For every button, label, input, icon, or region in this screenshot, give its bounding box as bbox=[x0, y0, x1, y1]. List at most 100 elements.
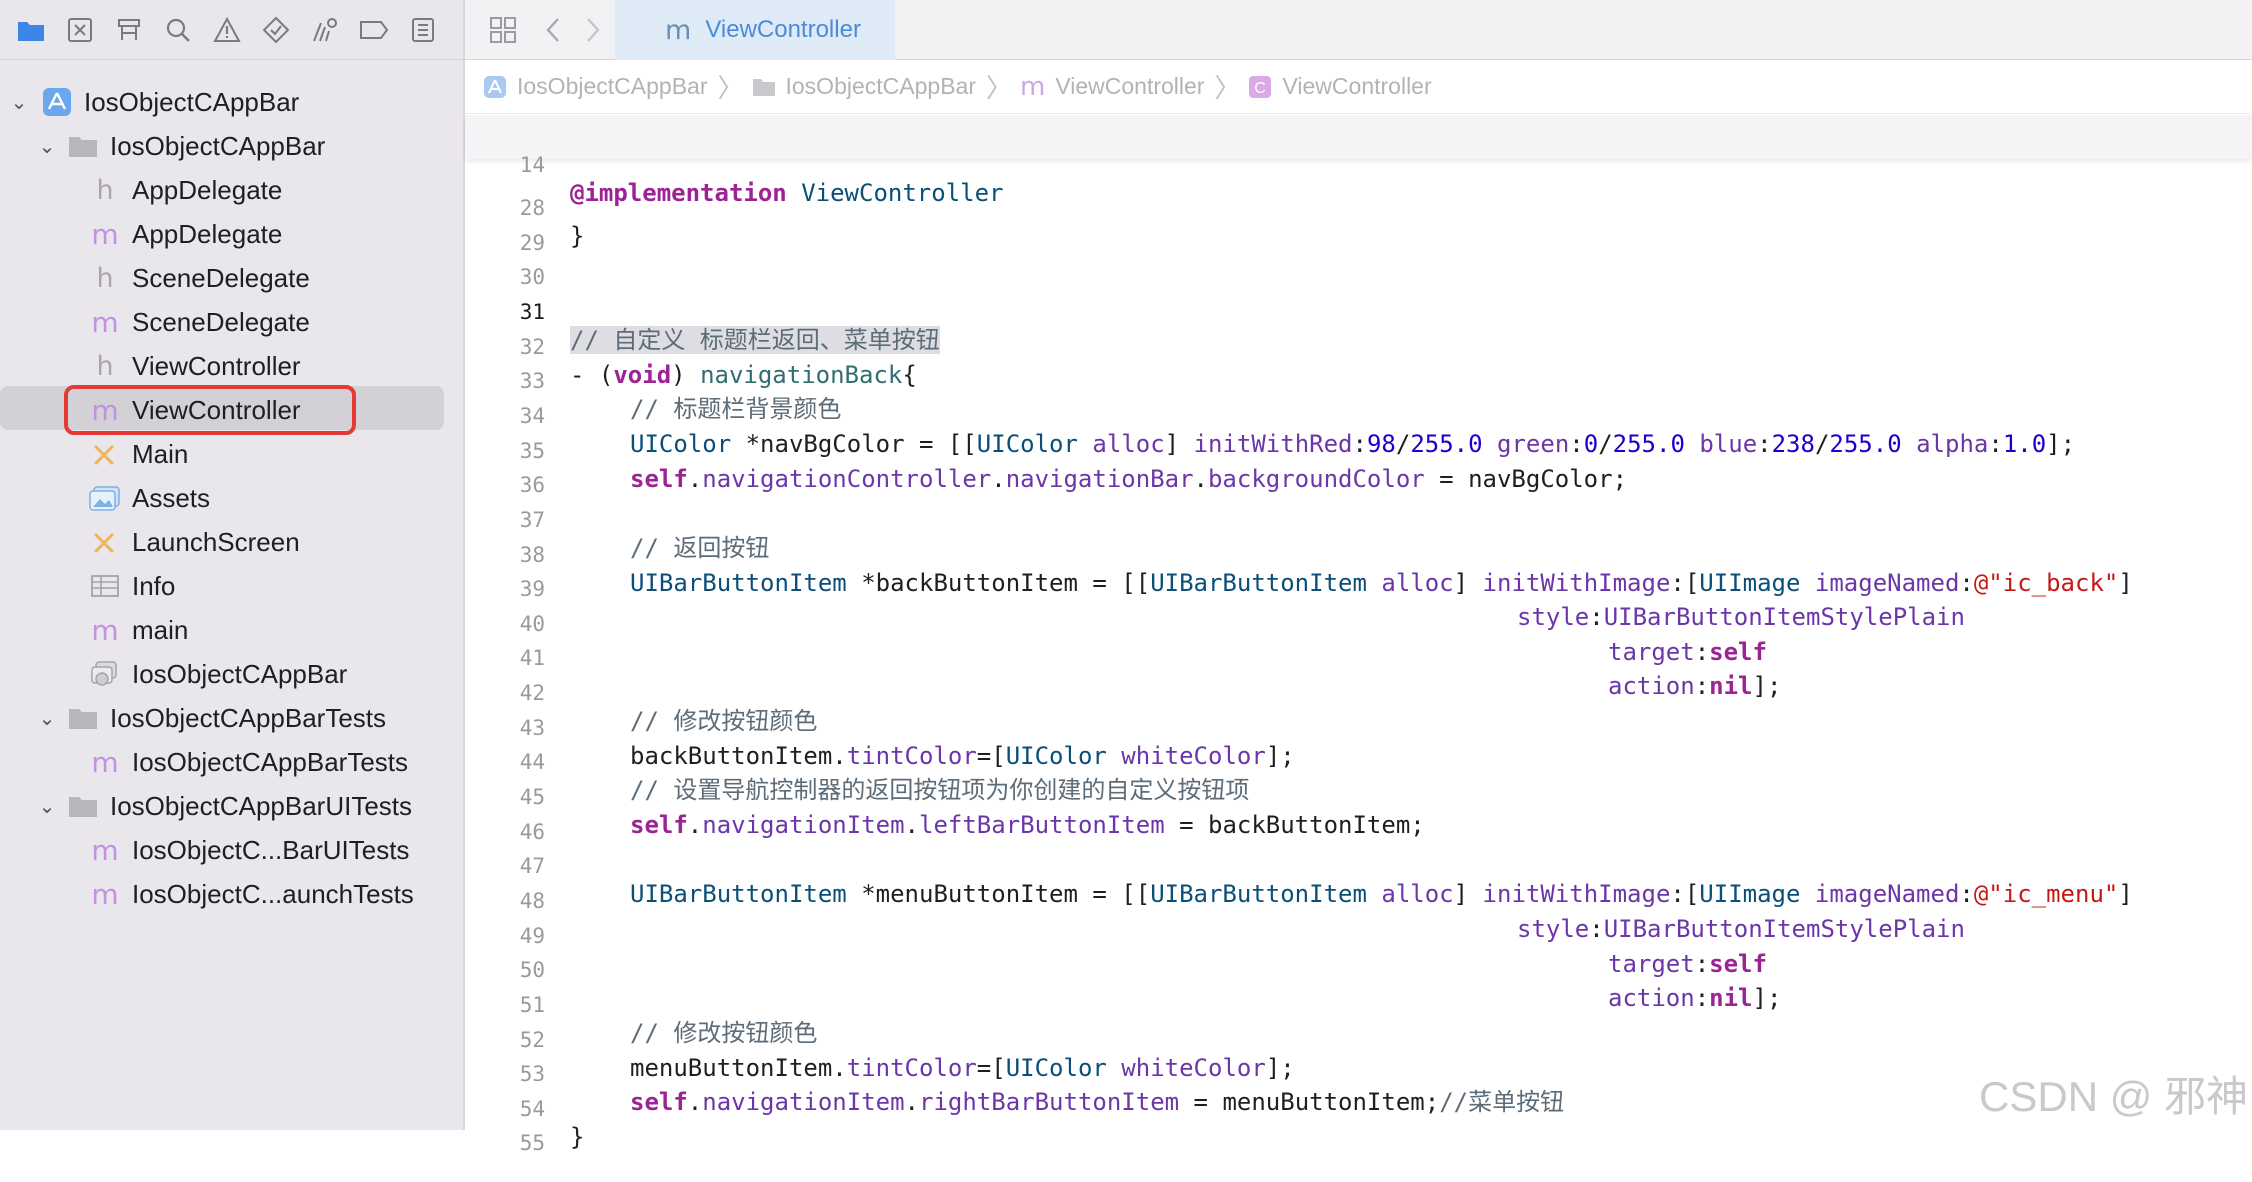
tree-item-label: LaunchScreen bbox=[132, 526, 300, 557]
code-line: 36 bbox=[465, 440, 2252, 497]
breadcrumb-item[interactable]: m ViewController bbox=[1020, 72, 1204, 102]
line-number: 14 bbox=[519, 153, 545, 177]
sticky-scope-header[interactable]: 14 @implementation ViewController bbox=[465, 115, 2252, 207]
chevron-down-icon[interactable]: ⌄ bbox=[10, 92, 28, 114]
m-file-icon: m bbox=[1020, 71, 1046, 102]
m-file-icon: m bbox=[91, 745, 119, 779]
forward-arrow-icon[interactable] bbox=[573, 10, 613, 50]
code-line: 37 // 返回按钮 bbox=[465, 475, 2252, 562]
tab-label: ViewController bbox=[705, 16, 861, 43]
tree-item-group[interactable]: ⌄ IosObjectCAppBar bbox=[0, 124, 465, 168]
project-navigator: ⌄ IosObjectCAppBar ⌄ IosObjectCAppBar h … bbox=[0, 0, 465, 1130]
tree-item-label: ViewController bbox=[132, 350, 301, 381]
m-file-icon: m bbox=[91, 305, 119, 339]
navigator-toolbar bbox=[0, 0, 463, 60]
code-line: 47 UIBarButtonItem *menuButtonItem = [[U… bbox=[465, 821, 2252, 908]
storyboard-icon bbox=[88, 525, 122, 559]
storyboard-icon bbox=[88, 437, 122, 471]
tree-item-label: IosObjectCAppBar bbox=[110, 130, 326, 161]
code-line: 46 bbox=[465, 787, 2252, 844]
tree-item-file[interactable]: m IosObjectCAppBarTests bbox=[0, 740, 465, 784]
breadcrumb-label: IosObjectCAppBar bbox=[785, 73, 976, 99]
chevron-down-icon[interactable]: ⌄ bbox=[38, 708, 56, 730]
tree-item-file[interactable]: Info bbox=[0, 564, 465, 608]
tree-item-label: IosObjectC...aunchTests bbox=[132, 878, 414, 909]
code-line: 40 target:self bbox=[465, 579, 2252, 666]
chevron-right-icon: 〉 bbox=[1214, 73, 1241, 103]
tree-item-label: main bbox=[132, 614, 189, 645]
breadcrumb-label: ViewController bbox=[1055, 73, 1205, 99]
h-file-icon: h bbox=[96, 262, 114, 294]
test-icon[interactable] bbox=[261, 15, 291, 45]
tree-item-label: SceneDelegate bbox=[132, 306, 310, 337]
plist-icon bbox=[88, 569, 122, 603]
tree-item-file[interactable]: LaunchScreen bbox=[0, 520, 465, 564]
h-file-icon: h bbox=[96, 174, 114, 206]
tree-item-file[interactable]: Main bbox=[0, 432, 465, 476]
code-line: 42 // 修改按钮颜色 bbox=[465, 648, 2252, 735]
breadcrumb-item[interactable]: IosObjectCAppBar bbox=[483, 73, 707, 100]
tree-item-group[interactable]: ⌄ IosObjectCAppBarUITests bbox=[0, 784, 465, 828]
debug-icon[interactable] bbox=[310, 15, 340, 45]
tree-item-file[interactable]: h ViewController bbox=[0, 344, 465, 388]
report-icon[interactable] bbox=[408, 15, 438, 45]
svg-text:C: C bbox=[1255, 80, 1267, 97]
h-file-icon: h bbox=[96, 350, 114, 382]
tree-item-file[interactable]: m SceneDelegate bbox=[0, 300, 465, 344]
tree-item-label: IosObjectCAppBarTests bbox=[132, 746, 409, 777]
find-icon[interactable] bbox=[163, 15, 193, 45]
entitlements-icon bbox=[88, 657, 122, 691]
code-line: 44 // 设置导航控制器的返回按钮项为你创建的自定义按钮项 bbox=[465, 717, 2252, 804]
chevron-down-icon[interactable]: ⌄ bbox=[38, 136, 56, 158]
related-items-icon[interactable] bbox=[483, 10, 523, 50]
code-line: 39 style:UIBarButtonItemStylePlain bbox=[465, 544, 2252, 631]
tree-item-file[interactable]: m IosObjectC...BarUITests bbox=[0, 828, 465, 872]
symbol-icon[interactable] bbox=[114, 15, 144, 45]
code-text: @implementation ViewController bbox=[570, 176, 1004, 210]
breadcrumb: IosObjectCAppBar 〉 IosObjectCAppBar 〉 m … bbox=[465, 60, 2252, 114]
tree-item-file[interactable]: IosObjectCAppBar bbox=[0, 652, 465, 696]
code-line: 14 @implementation ViewController bbox=[465, 120, 2252, 207]
tree-item-file[interactable]: m AppDelegate bbox=[0, 212, 465, 256]
m-file-icon: m bbox=[665, 14, 692, 46]
code-line: 34 UIColor *navBgColor = [[UIColor alloc… bbox=[465, 371, 2252, 458]
tree-item-file[interactable]: h SceneDelegate bbox=[0, 256, 465, 300]
folder-icon bbox=[66, 129, 100, 163]
line-number: 55 bbox=[519, 1131, 545, 1155]
folder-icon bbox=[66, 701, 100, 735]
code-line: 51 // 修改按钮颜色 bbox=[465, 960, 2252, 1047]
tree-item-file-selected[interactable]: m ViewController bbox=[0, 388, 465, 432]
code-token: @implementation bbox=[570, 179, 787, 207]
code-line: 33 // 标题栏背景颜色 bbox=[465, 336, 2252, 423]
tree-item-label: IosObjectCAppBarTests bbox=[110, 702, 387, 733]
folder-icon[interactable] bbox=[16, 15, 46, 45]
breadcrumb-item[interactable]: IosObjectCAppBar bbox=[752, 73, 976, 100]
tree-item-file[interactable]: m main bbox=[0, 608, 465, 652]
tree-item-group[interactable]: ⌄ IosObjectCAppBarTests bbox=[0, 696, 465, 740]
breadcrumb-item[interactable]: C ViewController bbox=[1248, 73, 1432, 100]
m-file-icon: m bbox=[91, 613, 119, 647]
assets-icon bbox=[88, 481, 122, 515]
code-line: 38 UIBarButtonItem *backButtonItem = [[U… bbox=[465, 510, 2252, 597]
m-file-icon: m bbox=[91, 877, 119, 911]
tree-item-label: IosObjectCAppBar bbox=[132, 658, 348, 689]
issue-icon[interactable] bbox=[212, 15, 242, 45]
folder-icon bbox=[66, 789, 100, 823]
tree-item-label: Info bbox=[132, 570, 176, 601]
tree-item-project[interactable]: ⌄ IosObjectCAppBar bbox=[0, 80, 465, 124]
code-line: 50 action:nil]; bbox=[465, 925, 2252, 1012]
m-file-icon: m bbox=[91, 217, 119, 251]
back-arrow-icon[interactable] bbox=[533, 10, 573, 50]
code-line-current: 31 // 自定义 标题栏返回、菜单按钮 bbox=[465, 267, 2252, 354]
chevron-down-icon[interactable]: ⌄ bbox=[38, 796, 56, 818]
tree-item-label: SceneDelegate bbox=[132, 262, 310, 293]
tree-item-file[interactable]: Assets bbox=[0, 476, 465, 520]
tree-item-file[interactable]: m IosObjectC...aunchTests bbox=[0, 872, 465, 916]
tree-item-file[interactable]: h AppDelegate bbox=[0, 168, 465, 212]
breakpoint-icon[interactable] bbox=[359, 15, 389, 45]
source-control-icon[interactable] bbox=[65, 15, 95, 45]
code-line: 41 action:nil]; bbox=[465, 613, 2252, 700]
code-line: 35 self.navigationController.navigationB… bbox=[465, 406, 2252, 493]
tab-viewcontroller[interactable]: m ViewController bbox=[615, 0, 895, 60]
code-line: 53 self.navigationItem.rightBarButtonIte… bbox=[465, 1029, 2252, 1116]
